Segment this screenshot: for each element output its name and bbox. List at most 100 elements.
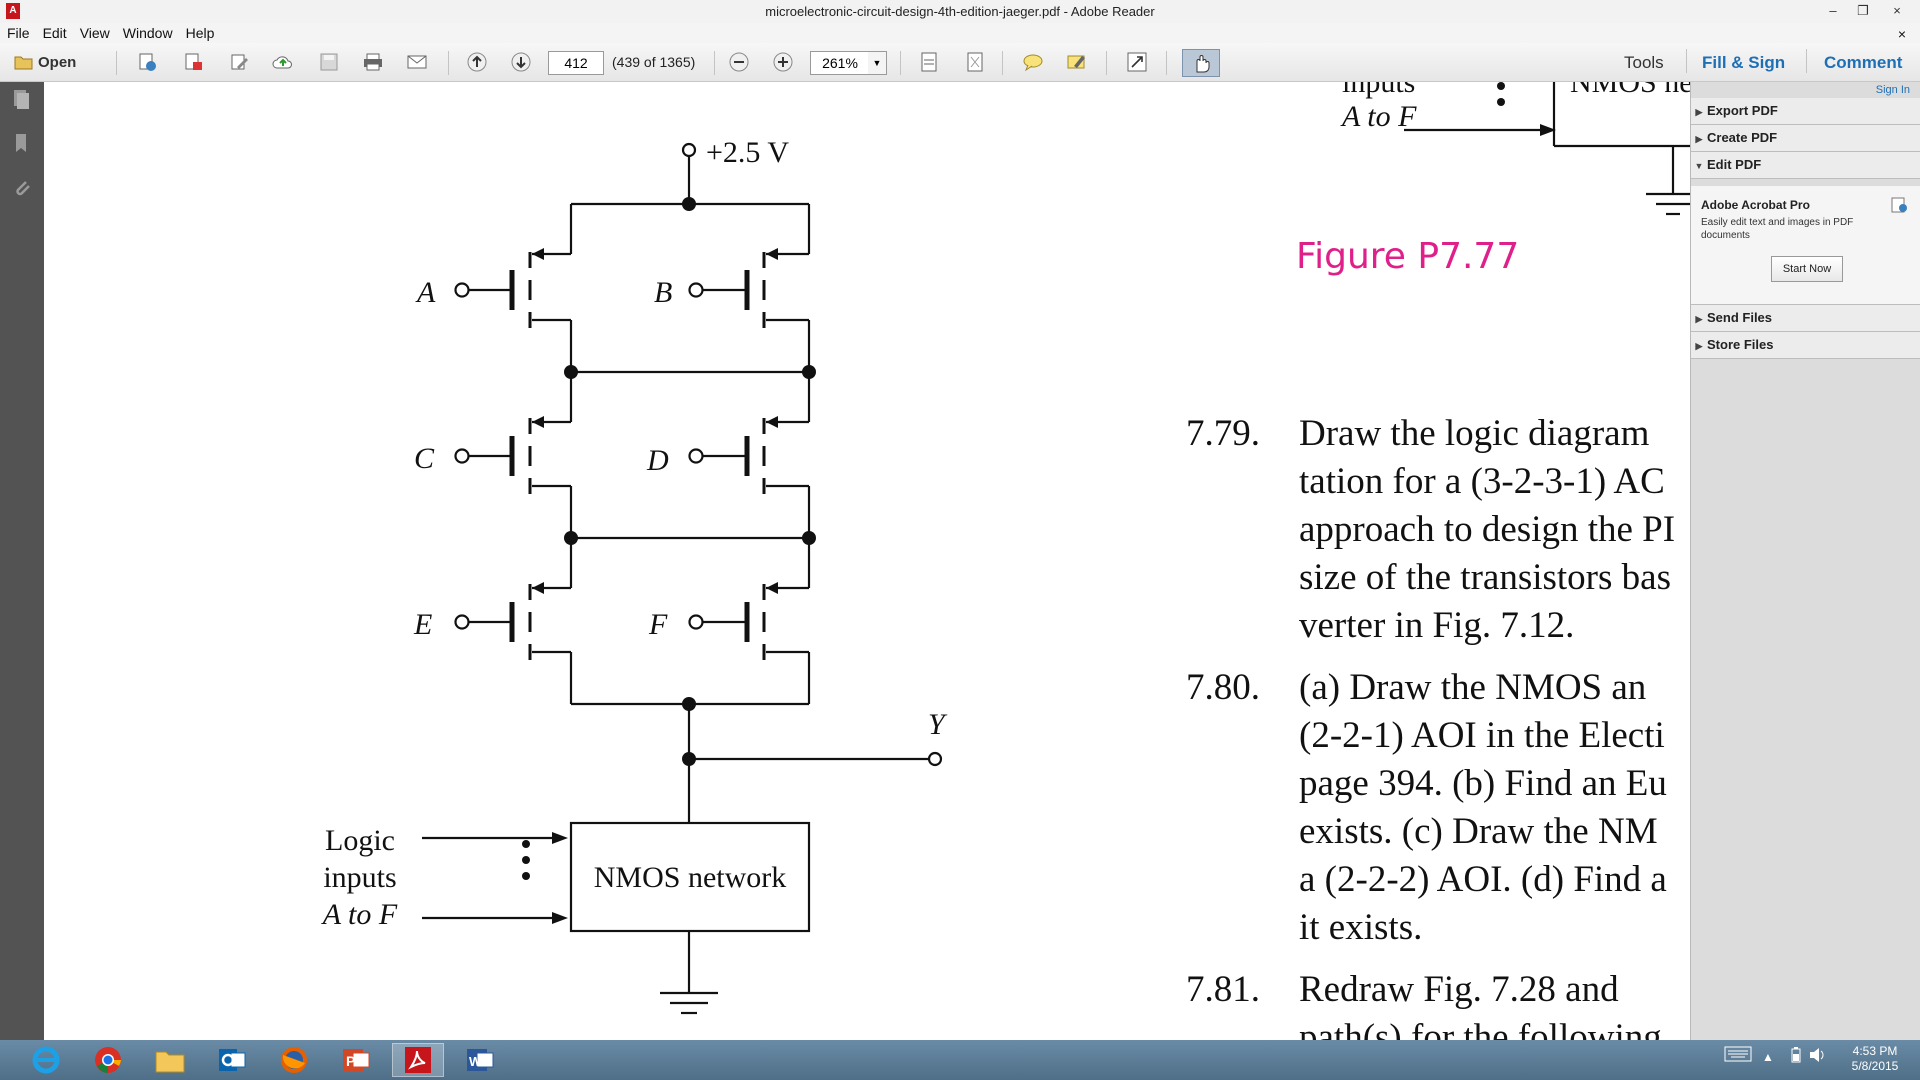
hand-tool-icon[interactable] [1182, 49, 1220, 77]
print-icon[interactable] [360, 51, 386, 73]
save-icon[interactable] [316, 51, 342, 73]
input-label-b: B [654, 276, 672, 309]
zoom-level-input[interactable]: 261% [810, 51, 870, 75]
chevron-down-icon[interactable]: ▼ [868, 51, 887, 75]
problem-7-80-line-5: a (2-2-2) AOI. (d) Find a [1299, 859, 1667, 900]
powerpoint-icon[interactable]: P [330, 1043, 382, 1077]
problem-7-79-line-4: size of the transistors bas [1299, 557, 1671, 598]
svg-text:P: P [346, 1053, 355, 1069]
export-pdf-section[interactable]: ▶ Export PDF [1691, 98, 1920, 125]
problem-7-79-line-2: tation for a (3-2-3-1) AC [1299, 461, 1665, 502]
fragment-a-to-f-label: A to F [1340, 100, 1417, 133]
outlook-icon[interactable] [206, 1043, 258, 1077]
page-number-input[interactable]: 412 [548, 51, 604, 75]
start-now-button[interactable]: Start Now [1771, 256, 1843, 282]
highlight-icon[interactable] [1064, 51, 1090, 73]
triangle-down-icon: ▼ [1694, 161, 1704, 171]
document-view[interactable]: +2.5 V A B C D E F Y NMOS network Logic … [44, 82, 1690, 1040]
input-label-c: C [414, 442, 435, 475]
problem-7-80-line-2: (2-2-1) AOI in the Electi [1299, 715, 1665, 756]
chrome-icon[interactable] [82, 1043, 134, 1077]
svg-text:W: W [469, 1054, 482, 1069]
previous-page-icon[interactable] [464, 51, 490, 73]
triangle-right-icon: ▶ [1695, 314, 1703, 324]
problem-number-7-79: 7.79. [1186, 413, 1260, 454]
show-hidden-icons[interactable]: ▲ [1762, 1050, 1774, 1064]
internet-explorer-icon[interactable] [20, 1043, 72, 1077]
document-close-button[interactable]: × [1891, 24, 1912, 42]
title-bar: A microelectronic-circuit-design-4th-edi… [0, 0, 1920, 24]
volume-icon[interactable] [1808, 1046, 1826, 1067]
menu-view[interactable]: View [73, 23, 116, 41]
export-pdf-icon[interactable] [180, 51, 206, 73]
window-title: microelectronic-circuit-design-4th-editi… [765, 4, 1155, 19]
word-icon[interactable]: W [454, 1043, 506, 1077]
problem-number-7-81: 7.81. [1186, 969, 1260, 1010]
fit-page-icon[interactable] [962, 51, 988, 73]
problem-7-80-line-4: exists. (c) Draw the NM [1299, 811, 1658, 852]
navigation-pane [0, 82, 44, 1040]
bookmarks-icon[interactable] [10, 132, 32, 154]
folder-icon [14, 56, 33, 70]
adobe-reader-taskbar-icon[interactable] [392, 1043, 444, 1077]
tools-panel: Sign In ▶ Export PDF ▶ Create PDF ▼ Edit PD… [1691, 82, 1920, 1040]
input-label-a: A [415, 276, 436, 309]
problem-7-79-line-3: approach to design the PI [1299, 509, 1676, 550]
fragment-inputs-label: inputs [1342, 82, 1415, 99]
fill-sign-tab[interactable]: Fill & Sign [1702, 51, 1785, 75]
promo-title: Adobe Acrobat Pro [1701, 198, 1810, 212]
restore-button[interactable]: ❐ [1848, 0, 1878, 22]
comment-tab[interactable]: Comment [1824, 51, 1902, 75]
clock-date: 5/8/2015 [1851, 1059, 1899, 1073]
page-thumbnails-icon[interactable] [10, 88, 32, 110]
input-label-e: E [413, 608, 432, 641]
nmos-network-label: NMOS network [594, 861, 787, 894]
upload-cloud-icon[interactable] [270, 51, 296, 73]
sign-in-link[interactable]: Sign In [1876, 84, 1910, 96]
file-explorer-icon[interactable] [144, 1043, 196, 1077]
close-button[interactable]: × [1882, 0, 1912, 22]
system-clock[interactable]: 4:53 PM 5/8/2015 [1840, 1044, 1910, 1074]
menu-file[interactable]: File [0, 23, 36, 41]
problem-7-80-line-6: it exists. [1299, 907, 1423, 948]
supply-voltage-label: +2.5 V [706, 136, 789, 169]
menu-edit[interactable]: Edit [36, 23, 73, 41]
store-files-section[interactable]: ▶ Store Files [1691, 332, 1920, 359]
page-count: (439 of 1365) [612, 54, 696, 70]
firefox-icon[interactable] [268, 1043, 320, 1077]
email-icon[interactable] [404, 51, 430, 73]
minimize-button[interactable]: – [1818, 0, 1848, 22]
keyboard-icon[interactable] [1724, 1046, 1752, 1065]
comment-bubble-icon[interactable] [1020, 51, 1046, 73]
create-pdf-icon[interactable] [134, 51, 160, 73]
next-page-icon[interactable] [508, 51, 534, 73]
battery-icon[interactable] [1790, 1046, 1802, 1067]
problem-7-81-line-2: path(s) for the following [1299, 1017, 1662, 1040]
edit-pdf-section[interactable]: ▼ Edit PDF [1691, 152, 1920, 179]
zoom-in-icon[interactable] [770, 51, 796, 73]
tools-tab[interactable]: Tools [1624, 51, 1664, 75]
triangle-right-icon: ▶ [1695, 341, 1703, 351]
taskbar: P W ▲ 4:53 PM 5/8/2015 [0, 1040, 1920, 1080]
figure-caption: Figure P7.77 [1296, 236, 1520, 277]
acrobat-promo: Adobe Acrobat Pro Easily edit text and i… [1691, 186, 1920, 305]
edit-pdf-icon[interactable] [226, 51, 252, 73]
a-to-f-label: A to F [321, 898, 398, 931]
problem-7-79-line-5: verter in Fig. 7.12. [1299, 605, 1575, 646]
menu-window[interactable]: Window [116, 23, 179, 41]
zoom-out-icon[interactable] [726, 51, 752, 73]
attachments-icon[interactable] [10, 176, 32, 198]
full-screen-icon[interactable] [1124, 51, 1150, 73]
menu-help[interactable]: Help [179, 23, 221, 41]
fit-width-icon[interactable] [916, 51, 942, 73]
create-pdf-section[interactable]: ▶ Create PDF [1691, 125, 1920, 152]
send-files-section[interactable]: ▶ Send Files [1691, 305, 1920, 332]
input-label-f: F [648, 608, 668, 641]
input-label-d: D [646, 444, 669, 477]
triangle-right-icon: ▶ [1695, 134, 1703, 144]
problem-7-79-line-1: Draw the logic diagram [1299, 413, 1650, 454]
open-button[interactable]: Open [14, 51, 88, 73]
fragment-nmos-label: NMOS ne [1570, 82, 1690, 99]
acrobat-edit-icon [1891, 197, 1907, 213]
menu-bar: File Edit View Window Help × [0, 23, 1920, 43]
